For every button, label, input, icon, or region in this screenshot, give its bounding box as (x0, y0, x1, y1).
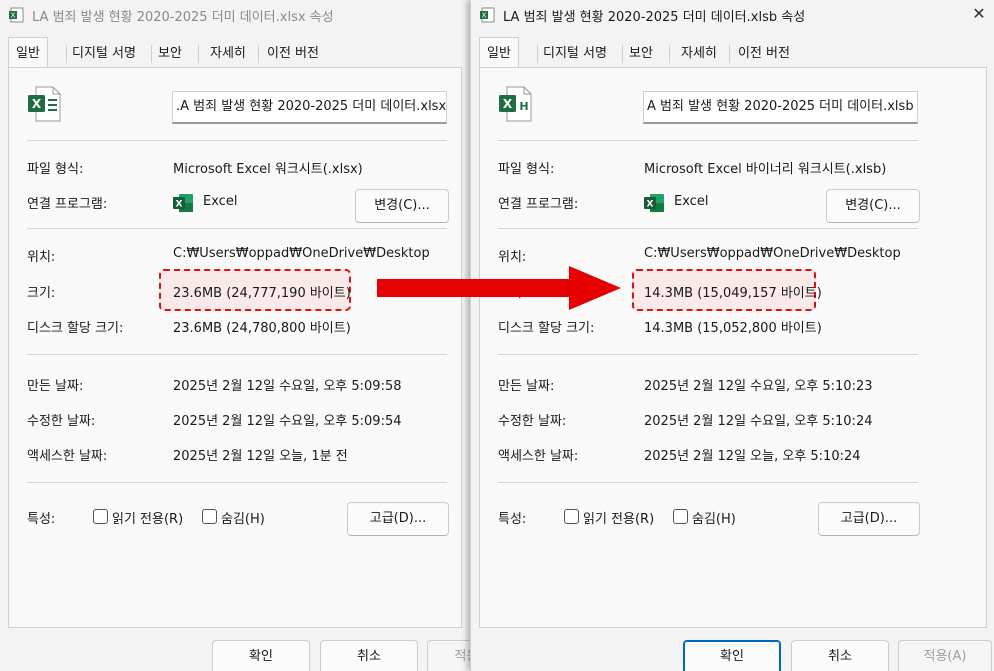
arrow-right-icon (377, 266, 621, 310)
excel-app-icon: X (644, 194, 664, 212)
file-name-input[interactable]: .A 범죄 발생 현황 2020-2025 더미 데이터.xlsx (172, 91, 447, 124)
hidden-checkbox[interactable] (202, 509, 217, 524)
size-value: 23.6MB (24,777,190 바이트) (173, 286, 351, 301)
divider (27, 228, 447, 229)
tab-general[interactable]: 일반 (479, 37, 519, 69)
cancel-button[interactable]: 취소 (791, 640, 889, 671)
cancel-button[interactable]: 취소 (320, 640, 418, 671)
title-bar: X LA 범죄 발생 현황 2020-2025 더미 데이터.xlsb 속성 ✕ (471, 0, 994, 30)
size-value: 14.3MB (15,049,157 바이트) (644, 286, 822, 301)
size-on-disk-label: 디스크 할당 크기: (498, 321, 595, 336)
accessed-value: 2025년 2월 12일 오늘, 오후 5:10:24 (644, 449, 861, 464)
svg-text:H: H (519, 100, 528, 113)
tab-details[interactable]: 자세히 (203, 40, 253, 67)
advanced-button[interactable]: 고급(D)... (347, 502, 449, 536)
divider (27, 140, 447, 141)
svg-text:X: X (11, 12, 16, 20)
modified-label: 수정한 날짜: (498, 414, 567, 429)
svg-text:X: X (482, 12, 487, 20)
hidden-label[interactable]: 숨김(H) (221, 508, 265, 527)
modified-label: 수정한 날짜: (27, 414, 96, 429)
divider (498, 140, 918, 141)
excel-file-icon: X H (499, 86, 532, 122)
tab-general[interactable]: 일반 (8, 37, 48, 69)
svg-text:X: X (647, 200, 654, 210)
divider (498, 354, 918, 355)
excel-file-icon: X (9, 7, 24, 23)
tab-previous-versions[interactable]: 이전 버전 (260, 40, 326, 67)
tab-separator (258, 45, 259, 63)
ok-button[interactable]: 확인 (212, 640, 310, 671)
accessed-value: 2025년 2월 12일 오늘, 1분 전 (173, 449, 348, 464)
created-label: 만든 날짜: (498, 379, 555, 394)
divider (498, 482, 918, 483)
file-type-value: Microsoft Excel 워크시트(.xlsx) (173, 162, 363, 177)
readonly-checkbox[interactable] (93, 509, 108, 524)
size-on-disk-value: 14.3MB (15,052,800 바이트) (644, 321, 822, 336)
file-type-label: 파일 형식: (27, 162, 84, 177)
readonly-label[interactable]: 읽기 전용(R) (583, 508, 654, 527)
location-value: C:₩Users₩oppad₩OneDrive₩Desktop (644, 246, 901, 261)
tab-separator (669, 45, 670, 63)
accessed-label: 액세스한 날짜: (498, 449, 579, 464)
size-on-disk-label: 디스크 할당 크기: (27, 321, 124, 336)
readonly-checkbox[interactable] (564, 509, 579, 524)
svg-text:X: X (32, 97, 42, 111)
properties-window-xlsb: X LA 범죄 발생 현황 2020-2025 더미 데이터.xlsb 속성 ✕… (470, 0, 994, 671)
size-label: 크기: (27, 286, 56, 301)
accessed-label: 액세스한 날짜: (27, 449, 108, 464)
file-name-input[interactable]: A 범죄 발생 현황 2020-2025 더미 데이터.xlsb (643, 91, 918, 124)
opens-with-value: Excel (203, 194, 238, 209)
file-type-label: 파일 형식: (498, 162, 555, 177)
tab-digital-signature[interactable]: 디지털 서명 (536, 40, 614, 67)
properties-window-xlsx: X LA 범죄 발생 현황 2020-2025 더미 데이터.xlsx 속성 일… (0, 0, 470, 671)
readonly-label[interactable]: 읽기 전용(R) (112, 508, 183, 527)
modified-value: 2025년 2월 12일 수요일, 오후 5:10:24 (644, 414, 873, 429)
advanced-button[interactable]: 고급(D)... (818, 502, 920, 536)
change-button[interactable]: 변경(C)... (826, 189, 920, 223)
tab-security[interactable]: 보안 (622, 40, 660, 67)
created-label: 만든 날짜: (27, 379, 84, 394)
ok-button[interactable]: 확인 (683, 640, 781, 671)
divider (27, 354, 447, 355)
excel-app-icon: X (173, 194, 193, 212)
attributes-label: 특성: (27, 512, 56, 527)
general-tab-panel: X .A 범죄 발생 현황 2020-2025 더미 데이터.xlsx 파일 형… (8, 67, 462, 628)
change-button[interactable]: 변경(C)... (355, 189, 449, 223)
tab-details[interactable]: 자세히 (674, 40, 724, 67)
tab-separator (198, 45, 199, 63)
divider (498, 228, 918, 229)
excel-file-icon: X (28, 86, 61, 122)
apply-button[interactable]: 적용(A) (898, 640, 992, 671)
location-label: 위치: (27, 250, 56, 265)
apply-button[interactable]: 적용(A) (427, 640, 470, 671)
location-value: C:₩Users₩oppad₩OneDrive₩Desktop (173, 246, 430, 261)
svg-text:X: X (176, 200, 183, 210)
general-tab-panel: X H A 범죄 발생 현황 2020-2025 더미 데이터.xlsb 파일 … (479, 67, 987, 628)
file-type-value: Microsoft Excel 바이너리 워크시트(.xlsb) (644, 162, 887, 177)
created-value: 2025년 2월 12일 수요일, 오후 5:10:23 (644, 379, 873, 394)
window-title: LA 범죄 발생 현황 2020-2025 더미 데이터.xlsb 속성 (503, 10, 806, 25)
attributes-label: 특성: (498, 512, 527, 527)
divider (27, 482, 447, 483)
tab-separator (729, 45, 730, 63)
created-value: 2025년 2월 12일 수요일, 오후 5:09:58 (173, 379, 402, 394)
svg-text:X: X (503, 97, 513, 111)
window-title: LA 범죄 발생 현황 2020-2025 더미 데이터.xlsx 속성 (32, 10, 334, 25)
tab-security[interactable]: 보안 (151, 40, 189, 67)
opens-with-label: 연결 프로그램: (27, 197, 108, 212)
hidden-label[interactable]: 숨김(H) (692, 508, 736, 527)
opens-with-label: 연결 프로그램: (498, 197, 579, 212)
title-bar: X LA 범죄 발생 현황 2020-2025 더미 데이터.xlsx 속성 (0, 0, 470, 30)
excel-file-icon: X (480, 7, 495, 23)
close-icon[interactable]: ✕ (969, 4, 989, 24)
modified-value: 2025년 2월 12일 수요일, 오후 5:09:54 (173, 414, 402, 429)
size-on-disk-value: 23.6MB (24,780,800 바이트) (173, 321, 351, 336)
opens-with-value: Excel (674, 194, 709, 209)
location-label: 위치: (498, 250, 527, 265)
tab-previous-versions[interactable]: 이전 버전 (731, 40, 797, 67)
tab-digital-signature[interactable]: 디지털 서명 (65, 40, 143, 67)
hidden-checkbox[interactable] (673, 509, 688, 524)
